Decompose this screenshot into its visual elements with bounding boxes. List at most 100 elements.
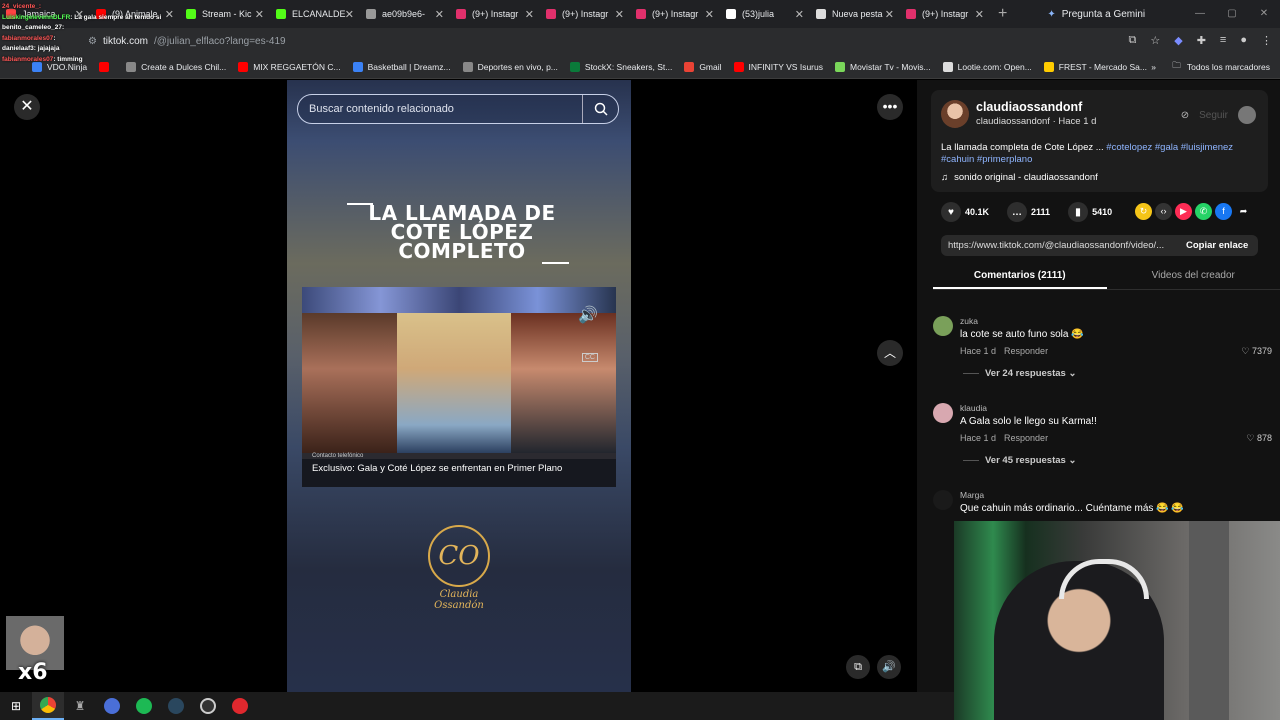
profile-icon[interactable]: ● (1240, 34, 1247, 47)
more-bookmarks-icon[interactable]: » (1151, 62, 1156, 72)
share-arrow-icon[interactable]: ➦ (1235, 203, 1252, 220)
bookmark-item[interactable]: Movistar Tv - Movis... (835, 61, 931, 72)
volume-button[interactable]: 🔊 (877, 655, 901, 679)
person-left (302, 313, 397, 453)
commenter-avatar[interactable] (933, 403, 953, 423)
media-control-icon[interactable]: ≡ (1220, 34, 1226, 47)
browser-tab[interactable]: (9+) Instagr ✕ (450, 0, 540, 28)
bookmark-item[interactable]: Basketball | Dreamz... (352, 61, 451, 72)
pip-icon: ⧉ (854, 661, 862, 673)
tab-close-icon[interactable]: ✕ (975, 8, 984, 21)
all-bookmarks-button[interactable]: 🗀 Todos los marcadores (1172, 60, 1270, 74)
tab-close-icon[interactable]: ✕ (705, 8, 714, 21)
app-taskbar-button[interactable]: ♜ (64, 692, 96, 720)
bookmarks-bar: VDO.Ninja Create a Dulces Chil... MIX REGG… (0, 55, 1280, 79)
reply-button[interactable]: Responder (1004, 346, 1048, 356)
browser-tab[interactable]: ELCANALDE ✕ (270, 0, 360, 28)
steam-taskbar-button[interactable] (160, 692, 192, 720)
video-player[interactable]: Buscar contenido relacionado LA LLAMADA … (287, 80, 631, 692)
view-replies-button[interactable]: Ver 24 respuestas ⌄ (963, 368, 1076, 379)
commenter-name[interactable]: klaudia (960, 403, 987, 413)
browser-tab[interactable]: Stream - Kic ✕ (180, 0, 270, 28)
tab-close-icon[interactable]: ✕ (885, 8, 894, 21)
commenter-name[interactable]: zuka (960, 316, 978, 326)
browser-tab[interactable]: Nueva pesta ✕ (810, 0, 900, 28)
facebook-icon[interactable]: f (1215, 203, 1232, 220)
bookmark-icon[interactable]: ▮ (1068, 202, 1089, 222)
creator-username[interactable]: claudiaossandonf (976, 100, 1082, 114)
reply-button[interactable]: Responder (1004, 433, 1048, 443)
view-replies-label: Ver 45 respuestas (985, 455, 1066, 466)
bookmark-label: FREST - Mercado Sa... (1058, 61, 1147, 72)
chat-message: danielaaf3: jajajaja (2, 44, 161, 55)
comment-like-count: 878 (1256, 433, 1272, 443)
tab-favicon-icon (186, 9, 196, 19)
bookmark-item[interactable]: Gmail (684, 61, 722, 72)
follow-button[interactable]: Seguir (1199, 110, 1228, 121)
effect-icon[interactable]: ⊘ (1181, 110, 1189, 121)
obs-taskbar-button[interactable] (192, 692, 224, 720)
bookmark-item[interactable]: StockX: Sneakers, St... (569, 61, 672, 72)
new-tab-button[interactable]: + (998, 5, 1007, 23)
search-icon[interactable] (582, 95, 618, 123)
tab-comments[interactable]: Comentarios (2111) (933, 266, 1107, 289)
comment-icon[interactable]: … (1007, 202, 1028, 222)
menu-icon[interactable]: ⋮ (1261, 34, 1272, 47)
related-search-box[interactable]: Buscar contenido relacionado (297, 94, 619, 124)
maximize-button[interactable]: ▢ (1216, 0, 1248, 28)
browser-tab[interactable]: (9+) Instagr ✕ (630, 0, 720, 28)
bookmark-item[interactable]: Lootie.com: Open... (942, 61, 1032, 72)
capture-taskbar-button[interactable] (224, 692, 256, 720)
webcam-overlay (954, 521, 1280, 720)
browser-tab[interactable]: (9+) Instagr ✕ (540, 0, 630, 28)
bookmark-item[interactable]: INFINITY VS Isurus (733, 61, 823, 72)
commenter-avatar[interactable] (933, 490, 953, 510)
commenter-name[interactable]: Marga (960, 490, 984, 500)
browser-tab[interactable]: ae09b9e6- ✕ (360, 0, 450, 28)
previous-video-button[interactable]: ︿ (877, 340, 903, 366)
start-button[interactable]: ⊞ (0, 692, 32, 720)
heart-icon[interactable]: ♥ (941, 202, 961, 222)
sound-link[interactable]: ♫ sonido original - claudiaossandonf (941, 172, 1098, 183)
browser-tab[interactable]: (9+) Instagr ✕ (900, 0, 990, 28)
tab-close-icon[interactable]: ✕ (165, 8, 174, 21)
gemini-button[interactable]: ✦ Pregunta a Gemini (1047, 9, 1145, 20)
tab-close-icon[interactable]: ✕ (435, 8, 444, 21)
more-options-button[interactable]: ••• (877, 94, 903, 120)
tab-creator-videos[interactable]: Videos del creador (1107, 266, 1280, 289)
copy-link-button[interactable]: Copiar enlace (1186, 235, 1248, 256)
tab-close-icon[interactable]: ✕ (255, 8, 264, 21)
commenter-avatar[interactable] (933, 316, 953, 336)
creator-avatar[interactable] (941, 100, 969, 128)
share-url[interactable]: https://www.tiktok.com/@claudiaossandonf… (948, 235, 1176, 256)
tab-close-icon[interactable]: ✕ (525, 8, 534, 21)
view-replies-button[interactable]: Ver 45 respuestas ⌄ (963, 455, 1076, 466)
comment-item: klaudia A Gala solo le llego su Karma!! H… (933, 397, 1280, 484)
tab-close-icon[interactable]: ✕ (345, 8, 354, 21)
bookmark-item[interactable]: FREST - Mercado Sa... (1043, 61, 1147, 72)
bookmark-item[interactable]: MIX REGGAETÓN C... (238, 61, 341, 72)
send-icon[interactable]: ▶ (1175, 203, 1192, 220)
tab-close-icon[interactable]: ✕ (795, 8, 804, 21)
extensions-puzzle-icon[interactable]: ✚ (1197, 34, 1206, 47)
comment-like[interactable]: ♡ 7379 (1241, 346, 1272, 357)
embed-icon[interactable]: ‹› (1155, 203, 1172, 220)
comment-like[interactable]: ♡ 878 (1246, 433, 1272, 444)
tab-close-icon[interactable]: ✕ (615, 8, 624, 21)
close-video-button[interactable]: ✕ (14, 94, 40, 120)
bookmark-label: Gmail (699, 61, 722, 72)
minimize-button[interactable]: — (1184, 0, 1216, 28)
install-app-icon[interactable]: ⧉ (1129, 34, 1137, 47)
close-window-button[interactable]: ✕ (1248, 0, 1280, 28)
browser-tab[interactable]: (53)julia ✕ (720, 0, 810, 28)
pip-button[interactable]: ⧉ (846, 655, 870, 679)
repost-icon[interactable]: ↻ (1135, 203, 1152, 220)
extension-icon[interactable]: ◆ (1174, 34, 1182, 47)
spotify-taskbar-button[interactable] (128, 692, 160, 720)
whatsapp-icon[interactable]: ✆ (1195, 203, 1212, 220)
viewer-avatar[interactable] (1238, 106, 1256, 124)
chrome-taskbar-button[interactable] (32, 692, 64, 720)
bookmark-item[interactable]: Deportes en vivo, p... (462, 61, 558, 72)
chrome-alt-taskbar-button[interactable] (96, 692, 128, 720)
bookmark-star-icon[interactable]: ☆ (1150, 34, 1160, 47)
